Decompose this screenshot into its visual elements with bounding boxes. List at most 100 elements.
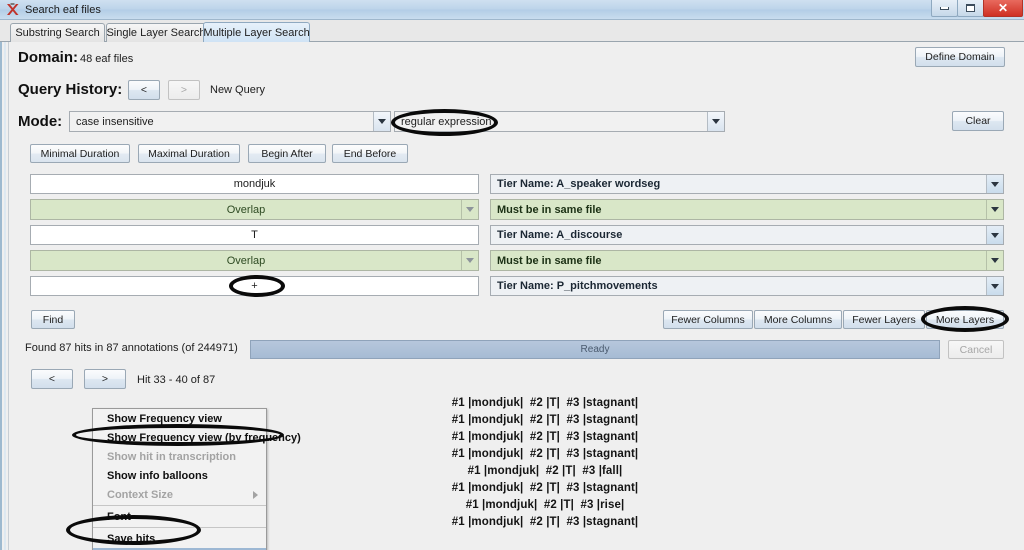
query-relation-value: Overlap <box>226 203 266 216</box>
chevron-down-icon[interactable] <box>986 277 1003 295</box>
define-domain-button[interactable]: Define Domain <box>915 47 1005 67</box>
found-hits-status: Found 87 hits in 87 annotations (of 2449… <box>25 342 238 354</box>
mode-regex-combo[interactable]: regular expression <box>394 111 725 132</box>
result-row[interactable]: #1 |mondjuk| #2 |T| #3 |stagnant| <box>452 446 638 463</box>
menu-item-label: Show Frequency view <box>107 412 222 425</box>
tab-label: Substring Search <box>15 27 100 39</box>
result-row[interactable]: #1 |mondjuk| #2 |T| #3 |fall| <box>468 463 623 480</box>
result-row[interactable]: #1 |mondjuk| #2 |T| #3 |rise| <box>466 497 625 514</box>
results-list: #1 |mondjuk| #2 |T| #3 |stagnant| #1 |mo… <box>395 395 695 531</box>
next-arrow-icon: > <box>101 373 109 385</box>
mode-label: Mode: <box>18 113 63 130</box>
clear-button[interactable]: Clear <box>952 111 1004 131</box>
menu-item-label: Context Size <box>107 488 174 501</box>
chevron-down-icon[interactable] <box>461 200 478 219</box>
menu-context-size[interactable]: Context Size <box>93 485 266 504</box>
chevron-down-icon[interactable] <box>707 112 724 131</box>
domain-label: Domain: <box>18 49 78 66</box>
query-value-input-3[interactable]: + <box>30 276 479 296</box>
prev-arrow-icon: < <box>140 84 148 96</box>
tab-single-layer-search[interactable]: Single Layer Search <box>106 23 206 42</box>
chevron-down-icon[interactable] <box>986 200 1003 219</box>
chevron-down-icon[interactable] <box>373 112 390 131</box>
chevron-down-icon[interactable] <box>461 251 478 270</box>
progress-label: Ready <box>580 344 610 355</box>
query-relation-combo-1[interactable]: Overlap <box>30 199 479 220</box>
title-bar: Search eaf files ✕ <box>0 0 1024 20</box>
more-layers-button[interactable]: More Layers <box>926 310 1004 329</box>
search-eaf-files-window: Search eaf files ✕ Substring Search Sing… <box>0 0 1024 550</box>
result-row[interactable]: #1 |mondjuk| #2 |T| #3 |stagnant| <box>452 395 638 412</box>
hit-prev-button[interactable]: < <box>31 369 73 389</box>
mode-case-combo[interactable]: case insensitive <box>69 111 391 132</box>
close-icon: ✕ <box>997 1 1009 15</box>
chevron-down-icon[interactable] <box>986 226 1003 244</box>
cancel-button[interactable]: Cancel <box>948 340 1004 359</box>
menu-item-label: Font <box>107 510 131 523</box>
menu-save-hits[interactable]: Save hits <box>93 529 266 548</box>
search-progress-bar: Ready <box>250 340 940 359</box>
fewer-layers-button[interactable]: Fewer Layers <box>843 310 925 329</box>
app-icon <box>5 2 20 17</box>
menu-item-label: Show hit in transcription <box>107 450 236 463</box>
menu-item-label: Show info balloons <box>107 469 208 482</box>
query-relation-combo-2[interactable]: Overlap <box>30 250 479 271</box>
constraint-value: Must be in same file <box>497 254 602 267</box>
more-columns-button[interactable]: More Columns <box>754 310 842 329</box>
tier-combo-3[interactable]: Tier Name: P_pitchmovements <box>490 276 1004 296</box>
chevron-down-icon[interactable] <box>986 251 1003 270</box>
constraint-combo-1[interactable]: Must be in same file <box>490 199 1004 220</box>
next-arrow-icon: > <box>180 84 188 96</box>
begin-after-button[interactable]: Begin After <box>248 144 326 163</box>
submenu-arrow-icon <box>253 490 258 499</box>
tier-value: Tier Name: A_discourse <box>497 229 623 241</box>
end-before-button[interactable]: End Before <box>332 144 408 163</box>
maximal-duration-button[interactable]: Maximal Duration <box>138 144 240 163</box>
fewer-columns-label: Fewer Columns <box>671 313 745 326</box>
query-history-next-button[interactable]: > <box>168 80 200 100</box>
query-value-text: mondjuk <box>233 178 276 190</box>
result-row[interactable]: #1 |mondjuk| #2 |T| #3 |stagnant| <box>452 480 638 497</box>
window-title: Search eaf files <box>25 3 101 16</box>
tab-multiple-layer-search[interactable]: Multiple Layer Search <box>203 22 310 42</box>
menu-item-label: Save hits <box>107 532 156 545</box>
tier-value: Tier Name: P_pitchmovements <box>497 280 658 292</box>
minimize-button[interactable] <box>931 0 958 17</box>
minimal-duration-label: Minimal Duration <box>40 147 120 160</box>
query-history-prev-button[interactable]: < <box>128 80 160 100</box>
constraint-value: Must be in same file <box>497 203 602 216</box>
end-before-label: End Before <box>343 147 397 160</box>
menu-separator <box>93 527 266 528</box>
result-row[interactable]: #1 |mondjuk| #2 |T| #3 |stagnant| <box>452 429 638 446</box>
menu-separator <box>93 505 266 506</box>
find-label: Find <box>42 313 64 326</box>
constraint-combo-2[interactable]: Must be in same file <box>490 250 1004 271</box>
find-button[interactable]: Find <box>31 310 75 329</box>
menu-show-hit-in-transcription[interactable]: Show hit in transcription <box>93 447 266 466</box>
maximize-button[interactable] <box>957 0 984 17</box>
tab-label: Multiple Layer Search <box>203 26 310 39</box>
menu-font[interactable]: Font <box>93 507 266 526</box>
menu-show-frequency-view-by-frequency[interactable]: Show Frequency view (by frequency) <box>93 428 301 447</box>
minimal-duration-button[interactable]: Minimal Duration <box>30 144 130 163</box>
query-value-input-1[interactable]: mondjuk <box>30 174 479 194</box>
chevron-down-icon[interactable] <box>986 175 1003 193</box>
query-value-text: T <box>251 229 258 241</box>
results-context-menu: Show Frequency view Show Frequency view … <box>92 408 301 550</box>
result-row[interactable]: #1 |mondjuk| #2 |T| #3 |stagnant| <box>452 412 638 429</box>
domain-value: 48 eaf files <box>80 53 134 65</box>
query-history-status: New Query <box>210 84 266 96</box>
tier-combo-2[interactable]: Tier Name: A_discourse <box>490 225 1004 245</box>
tab-substring-search[interactable]: Substring Search <box>10 23 105 42</box>
tier-combo-1[interactable]: Tier Name: A_speaker wordseg <box>490 174 1004 194</box>
close-button[interactable]: ✕ <box>983 0 1023 17</box>
mode-case-value: case insensitive <box>76 115 154 128</box>
menu-show-info-balloons[interactable]: Show info balloons <box>93 466 266 485</box>
result-row[interactable]: #1 |mondjuk| #2 |T| #3 |stagnant| <box>452 514 638 531</box>
tab-label: Single Layer Search <box>106 27 206 39</box>
query-value-input-2[interactable]: T <box>30 225 479 245</box>
menu-show-frequency-view[interactable]: Show Frequency view <box>93 409 266 428</box>
menu-item-label: Show Frequency view (by frequency) <box>107 431 301 444</box>
hit-next-button[interactable]: > <box>84 369 126 389</box>
fewer-columns-button[interactable]: Fewer Columns <box>663 310 753 329</box>
